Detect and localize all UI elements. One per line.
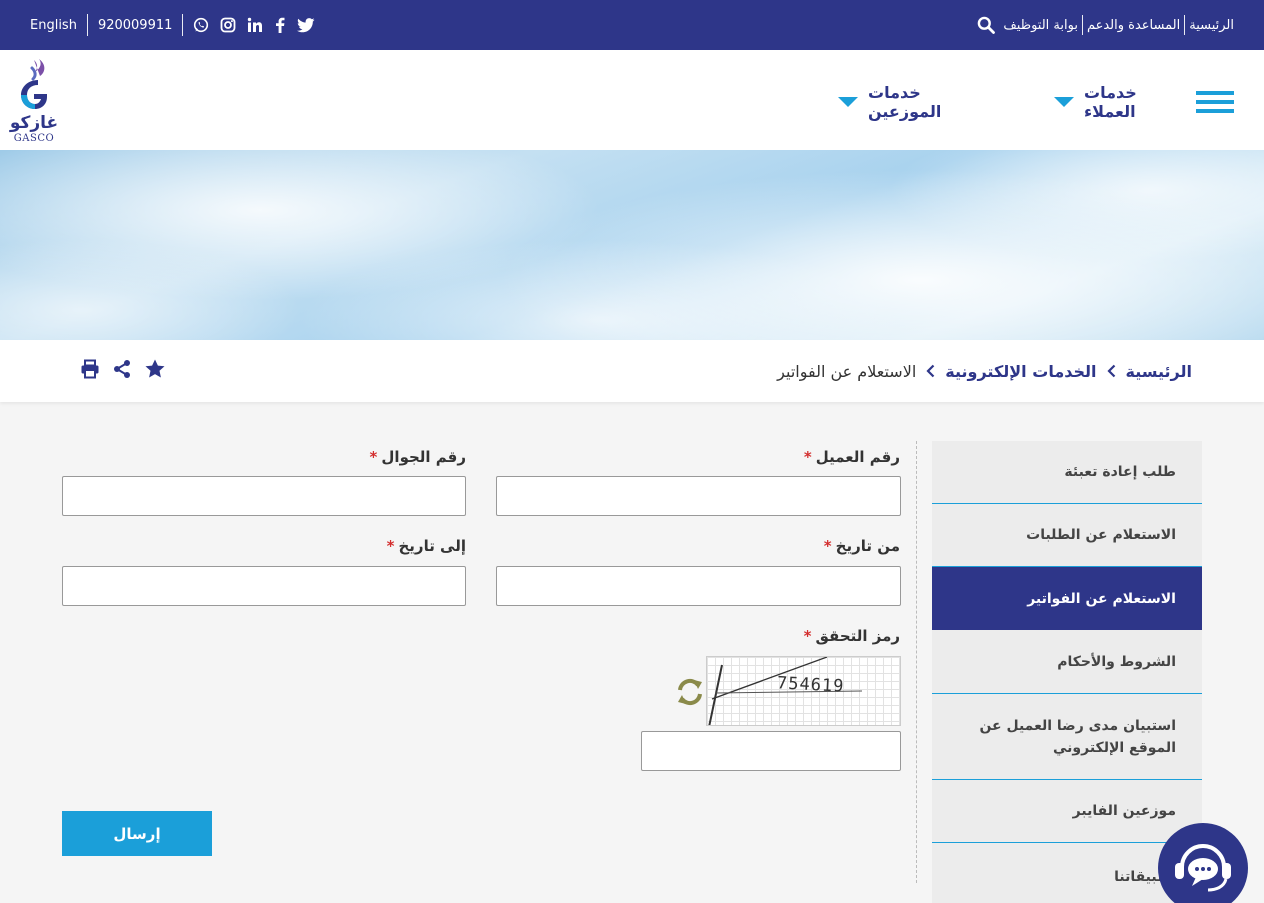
site-header: غازكو GASCO خدمات العملاء خدمات الموزعين [0, 50, 1264, 150]
nav-distributor-services[interactable]: خدمات الموزعين [838, 83, 988, 121]
content-divider [916, 441, 917, 883]
captcha-image: 754619 [706, 656, 901, 726]
sidebar-item-invoices-inquiry[interactable]: الاستعلام عن الفواتير [932, 567, 1202, 630]
customer-number-input[interactable] [496, 476, 901, 516]
menu-icon[interactable] [1195, 91, 1234, 113]
chevron-left-icon [926, 364, 935, 378]
top-bar-left: English 920009911 [30, 0, 315, 50]
language-switch[interactable]: English [30, 18, 77, 33]
whatsapp-icon[interactable] [193, 17, 209, 33]
hero-banner [0, 150, 1264, 340]
required-mark: * [823, 537, 832, 555]
from-date-label: من تاريخ* [823, 537, 900, 555]
captcha-label: رمز التحقق* [803, 627, 900, 645]
chevron-down-icon [838, 97, 858, 107]
linkedin-icon[interactable] [247, 17, 263, 33]
breadcrumb: الرئيسية الخدمات الإلكترونية الاستعلام ع… [777, 340, 1192, 402]
social-links [193, 17, 315, 33]
nav-customer-services-label: خدمات العملاء [1084, 83, 1137, 121]
to-date-input[interactable] [62, 566, 466, 606]
required-mark: * [369, 448, 378, 466]
chevron-down-icon [1054, 97, 1074, 107]
top-bar: English 920009911 الرئيسية المساعدة والد… [0, 0, 1264, 50]
top-link-help[interactable]: المساعدة والدعم [1087, 18, 1180, 33]
gasco-logo[interactable]: غازكو GASCO [8, 58, 60, 146]
customer-number-label: رقم العميل* [803, 448, 900, 466]
divider [182, 14, 184, 36]
divider [1184, 15, 1186, 35]
page-tools [80, 340, 166, 402]
mobile-number-input[interactable] [62, 476, 466, 516]
breadcrumb-current: الاستعلام عن الفواتير [777, 361, 917, 381]
phone-number[interactable]: 920009911 [98, 18, 172, 33]
required-mark: * [803, 448, 812, 466]
share-icon[interactable] [112, 359, 132, 383]
sidebar-item-orders-inquiry[interactable]: الاستعلام عن الطلبات [932, 504, 1202, 567]
sidebar-item-label: الاستعلام عن الطلبات [1026, 527, 1176, 543]
divider [86, 14, 88, 36]
required-mark: * [386, 537, 395, 555]
top-link-home[interactable]: الرئيسية [1189, 18, 1234, 33]
top-link-careers[interactable]: بوابة التوظيف [1003, 18, 1078, 33]
print-icon[interactable] [80, 359, 100, 383]
breadcrumb-home[interactable]: الرئيسية [1126, 362, 1193, 381]
flame-logo-icon [21, 59, 47, 109]
chevron-left-icon [1106, 364, 1116, 378]
facebook-icon[interactable] [274, 17, 286, 33]
sidebar-item-label: الشروط والأحكام [1057, 653, 1176, 670]
to-date-label: إلى تاريخ* [386, 537, 466, 555]
favorite-star-icon[interactable] [144, 358, 166, 384]
sidebar-item-terms[interactable]: الشروط والأحكام [932, 630, 1202, 694]
search-icon[interactable] [977, 16, 996, 34]
breadcrumb-e-services[interactable]: الخدمات الإلكترونية [945, 362, 1096, 381]
headset-chat-icon [1175, 844, 1231, 892]
sidebar-item-label: طلب إعادة تعبئة [1064, 464, 1176, 480]
logo-text-english: GASCO [13, 133, 55, 144]
captcha-code: 754619 [776, 673, 845, 697]
submit-button[interactable]: إرسال [62, 811, 212, 856]
sidebar-item-label: موزعين الفايبر [1072, 803, 1176, 819]
top-bar-right: الرئيسية المساعدة والدعم بوابة التوظيف [977, 0, 1234, 50]
sidebar-item-refill-request[interactable]: طلب إعادة تعبئة [932, 441, 1202, 504]
from-date-input[interactable] [496, 566, 901, 606]
captcha-input[interactable] [641, 731, 901, 771]
refresh-captcha-icon[interactable] [674, 676, 706, 708]
divider [1081, 15, 1083, 35]
sidebar-item-label: الاستعلام عن الفواتير [1027, 590, 1176, 607]
twitter-icon[interactable] [297, 17, 315, 33]
required-mark: * [803, 627, 812, 645]
sidebar-item-label: استبيان مدى رضا العميل عن الموقع الإلكتر… [979, 717, 1176, 756]
nav-distributor-services-label: خدمات الموزعين [868, 83, 942, 121]
live-chat-button[interactable] [1158, 823, 1248, 903]
nav-customer-services[interactable]: خدمات العملاء [1054, 83, 1234, 121]
sidebar-item-satisfaction-survey[interactable]: استبيان مدى رضا العميل عن الموقع الإلكتر… [932, 694, 1202, 780]
breadcrumb-bar: الرئيسية الخدمات الإلكترونية الاستعلام ع… [0, 340, 1264, 402]
instagram-icon[interactable] [220, 17, 236, 33]
logo-text-arabic: غازكو [9, 113, 59, 133]
mobile-number-label: رقم الجوال* [369, 448, 466, 466]
